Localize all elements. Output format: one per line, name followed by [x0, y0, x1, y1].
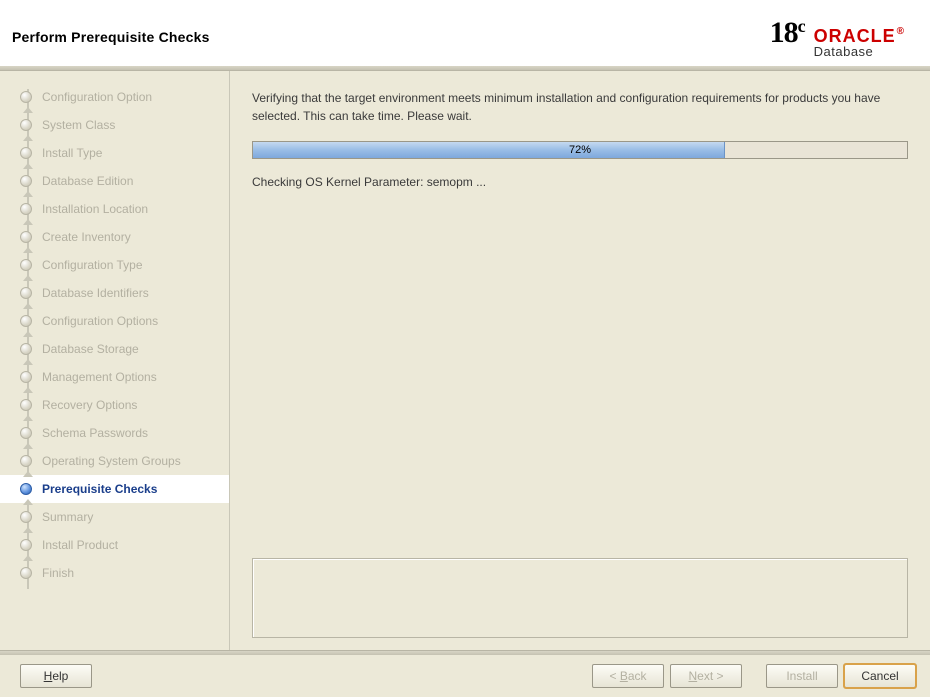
help-button[interactable]: Help — [20, 664, 92, 688]
step-arrow-icon — [23, 527, 33, 533]
logo-brand-text: ORACLE — [814, 26, 896, 46]
step-dot-icon — [20, 371, 32, 383]
step-label: Database Edition — [42, 174, 133, 188]
logo-product-text: Database — [814, 45, 874, 58]
oracle-logo: 18c ORACLE® Database — [770, 16, 904, 58]
step-arrow-icon — [23, 499, 33, 505]
step-arrow-icon — [23, 275, 33, 281]
sidebar-step: Database Edition — [0, 167, 229, 195]
step-dot-icon — [20, 455, 32, 467]
cancel-button[interactable]: Cancel — [844, 664, 916, 688]
progress-bar: 72% — [252, 141, 908, 159]
step-label: Operating System Groups — [42, 454, 181, 468]
step-arrow-icon — [23, 247, 33, 253]
wizard-sidebar: Configuration Option System Class Install … — [0, 71, 230, 650]
sidebar-step: Finish — [0, 559, 229, 587]
step-label: Install Product — [42, 538, 118, 552]
logo-brand-block: ORACLE® Database — [814, 27, 904, 58]
sidebar-step: Database Storage — [0, 335, 229, 363]
sidebar-step: Operating System Groups — [0, 447, 229, 475]
main-content: Verifying that the target environment me… — [230, 71, 930, 650]
step-dot-icon — [20, 203, 32, 215]
body-container: Configuration Option System Class Install … — [0, 71, 930, 650]
step-dot-icon — [20, 567, 32, 579]
step-label: Configuration Options — [42, 314, 158, 328]
step-dot-icon — [20, 483, 32, 495]
step-label: Prerequisite Checks — [42, 482, 157, 496]
step-dot-icon — [20, 343, 32, 355]
sidebar-step: Schema Passwords — [0, 419, 229, 447]
step-arrow-icon — [23, 443, 33, 449]
intro-text: Verifying that the target environment me… — [252, 89, 908, 125]
sidebar-step: Install Product — [0, 531, 229, 559]
step-dot-icon — [20, 511, 32, 523]
step-arrow-icon — [23, 387, 33, 393]
sidebar-step: Prerequisite Checks — [0, 475, 229, 503]
step-label: Management Options — [42, 370, 157, 384]
step-label: Database Identifiers — [42, 286, 149, 300]
step-dot-icon — [20, 287, 32, 299]
logo-registered-icon: ® — [897, 26, 904, 37]
install-button[interactable]: Install — [766, 664, 838, 688]
footer-bar: Help < Back Next > Install Cancel — [0, 655, 930, 697]
sidebar-step: Configuration Options — [0, 307, 229, 335]
step-label: Summary — [42, 510, 93, 524]
step-label: Installation Location — [42, 202, 148, 216]
step-dot-icon — [20, 91, 32, 103]
step-label: System Class — [42, 118, 115, 132]
step-arrow-icon — [23, 471, 33, 477]
step-dot-icon — [20, 315, 32, 327]
back-button[interactable]: < Back — [592, 664, 664, 688]
step-label: Finish — [42, 566, 74, 580]
logo-version-suffix: c — [798, 16, 806, 37]
step-dot-icon — [20, 399, 32, 411]
sidebar-step: Management Options — [0, 363, 229, 391]
step-label: Create Inventory — [42, 230, 131, 244]
step-arrow-icon — [23, 219, 33, 225]
step-dot-icon — [20, 231, 32, 243]
step-dot-icon — [20, 147, 32, 159]
step-label: Database Storage — [42, 342, 139, 356]
spacer — [252, 189, 908, 558]
step-arrow-icon — [23, 415, 33, 421]
step-arrow-icon — [23, 359, 33, 365]
sidebar-step: Recovery Options — [0, 391, 229, 419]
sidebar-step: Database Identifiers — [0, 279, 229, 307]
sidebar-step: Configuration Option — [0, 83, 229, 111]
sidebar-step: Summary — [0, 503, 229, 531]
sidebar-step: Installation Location — [0, 195, 229, 223]
status-text: Checking OS Kernel Parameter: semopm ... — [252, 175, 908, 189]
step-label: Schema Passwords — [42, 426, 148, 440]
log-output-box — [252, 558, 908, 638]
step-arrow-icon — [23, 191, 33, 197]
step-label: Configuration Option — [42, 90, 152, 104]
next-button[interactable]: Next > — [670, 664, 742, 688]
step-dot-icon — [20, 259, 32, 271]
step-arrow-icon — [23, 555, 33, 561]
step-arrow-icon — [23, 163, 33, 169]
sidebar-step: Create Inventory — [0, 223, 229, 251]
progress-percent-label: 72% — [253, 142, 907, 158]
step-arrow-icon — [23, 135, 33, 141]
installer-window: Perform Prerequisite Checks 18c ORACLE® … — [0, 0, 930, 697]
sidebar-step: Install Type — [0, 139, 229, 167]
sidebar-step: Configuration Type — [0, 251, 229, 279]
step-arrow-icon — [23, 303, 33, 309]
step-dot-icon — [20, 175, 32, 187]
step-dot-icon — [20, 539, 32, 551]
footer-button-group: < Back Next > Install Cancel — [592, 664, 916, 688]
logo-version-number: 18 — [770, 16, 798, 50]
step-arrow-icon — [23, 331, 33, 337]
step-label: Recovery Options — [42, 398, 137, 412]
step-arrow-icon — [23, 107, 33, 113]
sidebar-step: System Class — [0, 111, 229, 139]
step-label: Install Type — [42, 146, 102, 160]
header-bar: Perform Prerequisite Checks 18c ORACLE® … — [0, 0, 930, 66]
page-title: Perform Prerequisite Checks — [12, 29, 210, 45]
step-label: Configuration Type — [42, 258, 143, 272]
step-dot-icon — [20, 119, 32, 131]
step-dot-icon — [20, 427, 32, 439]
